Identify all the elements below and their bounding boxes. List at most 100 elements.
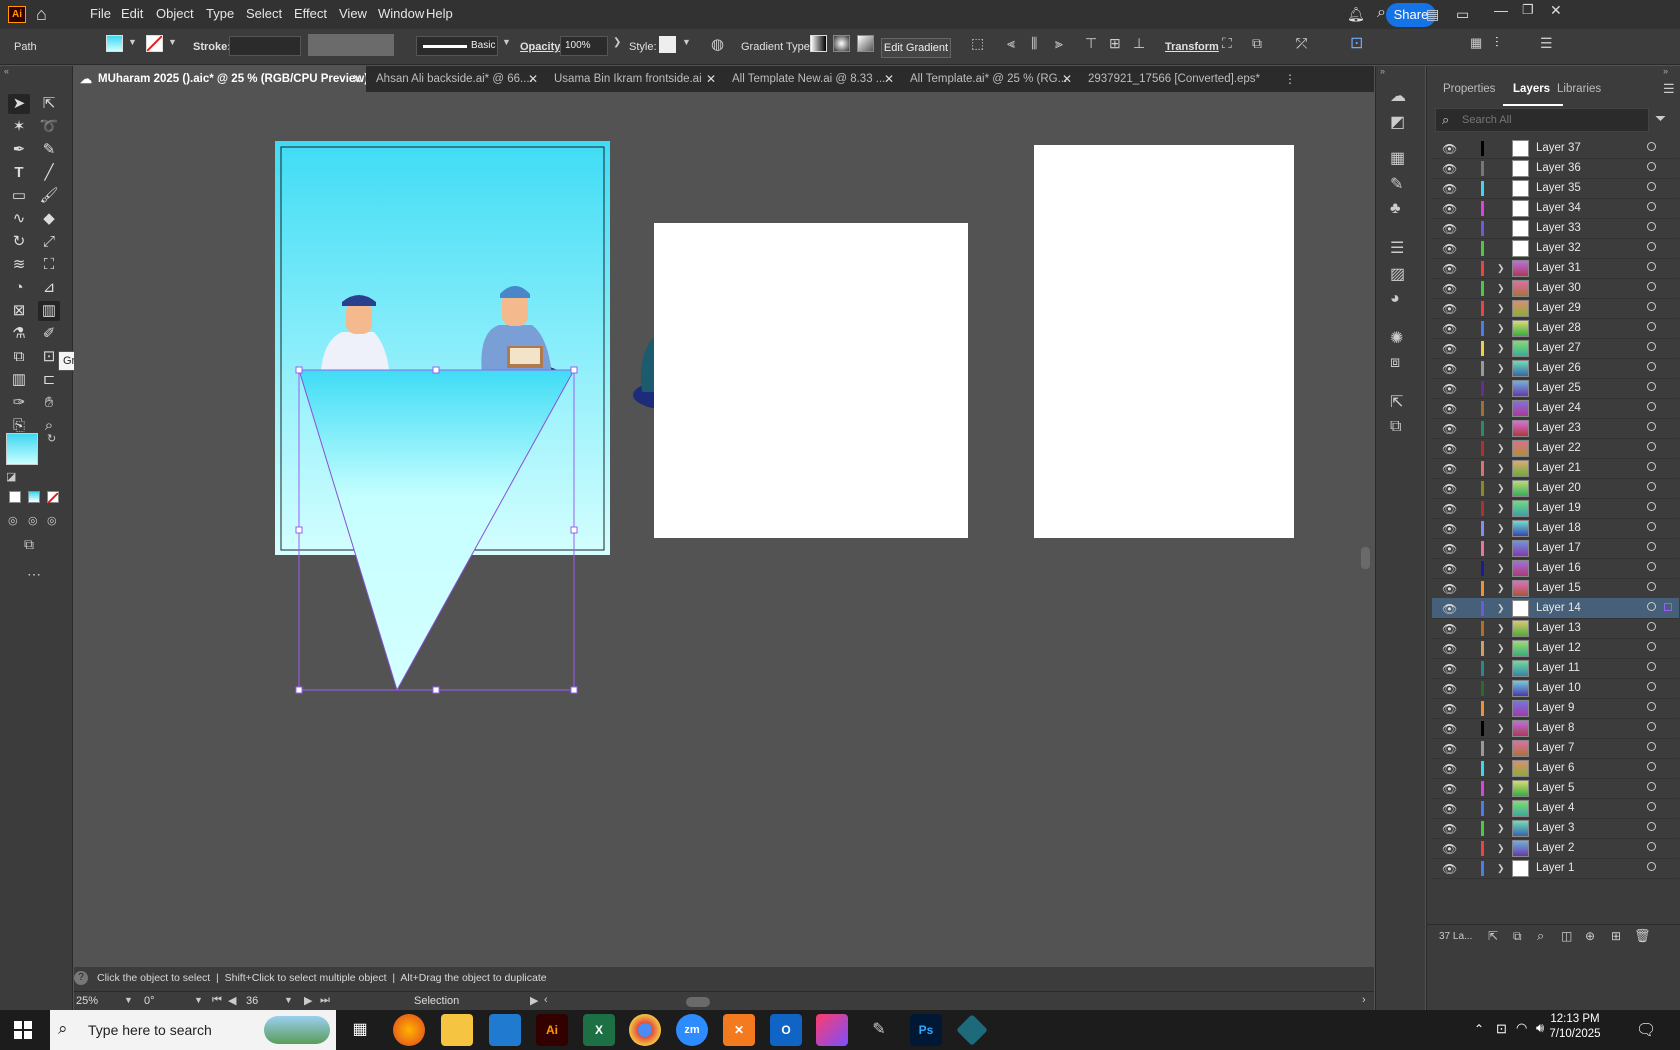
menu-edit[interactable]: Edit [121, 6, 143, 21]
chevron-down-icon[interactable]: ▼ [168, 37, 177, 47]
target-circle-icon[interactable] [1647, 642, 1656, 651]
tab-all-template[interactable]: All Template.ai* @ 25 % (RG... ✕ [902, 66, 1080, 92]
expand-chevron-icon[interactable]: ❯ [1497, 863, 1505, 874]
layer-name[interactable]: Layer 8 [1536, 722, 1574, 734]
transform-label[interactable]: Transform [1165, 41, 1219, 53]
layer-name[interactable]: Layer 22 [1536, 442, 1581, 454]
menu-object[interactable]: Object [156, 6, 194, 21]
target-circle-icon[interactable] [1647, 342, 1656, 351]
layer-name[interactable]: Layer 13 [1536, 622, 1581, 634]
target-circle-icon[interactable] [1647, 702, 1656, 711]
eyedropper-tool-icon[interactable]: ⚗ [8, 324, 30, 344]
visibility-eye-icon[interactable]: 👁︎ [1442, 522, 1457, 536]
target-circle-icon[interactable] [1647, 762, 1656, 771]
artboard-number[interactable]: 36 [246, 995, 258, 1007]
layer-name[interactable]: Layer 6 [1536, 762, 1574, 774]
visibility-eye-icon[interactable]: 👁︎ [1442, 862, 1457, 876]
isolate-icon[interactable]: ⧉ [1252, 35, 1262, 52]
chevron-right-icon[interactable]: ▶ [530, 994, 538, 1007]
menu-effect[interactable]: Effect [294, 6, 327, 21]
workspace-icon[interactable]: ▤ [1426, 6, 1439, 23]
target-circle-icon[interactable] [1647, 482, 1656, 491]
layer-row[interactable]: 👁︎ ❯ Layer 1 [1432, 858, 1679, 879]
panel-menu-icon[interactable]: ☰ [1663, 81, 1675, 97]
layer-row[interactable]: 👁︎ ❯ Layer 18 [1432, 518, 1679, 539]
last-artboard-icon[interactable]: ⏭ [320, 994, 330, 1007]
creative-cloud-icon[interactable] [816, 1014, 848, 1046]
tab-muharam[interactable]: ☁ MUharam 2025 ().aic* @ 25 % (RGB/CPU P… [74, 66, 366, 92]
blend-tool-icon[interactable]: ✐ [38, 324, 60, 344]
target-circle-icon[interactable] [1647, 262, 1656, 271]
chevron-left-icon[interactable]: ‹ [544, 994, 548, 1006]
expand-chevron-icon[interactable]: ❯ [1497, 523, 1505, 534]
locate-object-icon[interactable]: ⧉ [1513, 929, 1522, 944]
layer-row[interactable]: 👁︎ ❯ Layer 20 [1432, 478, 1679, 499]
visibility-eye-icon[interactable]: 👁︎ [1442, 322, 1457, 336]
puppet-warp-icon[interactable]: ⤱ [1296, 35, 1307, 52]
default-colors-icon[interactable]: ◪ [6, 470, 16, 483]
target-circle-icon[interactable] [1647, 162, 1656, 171]
chevron-down-icon[interactable]: ▼ [682, 37, 691, 47]
visibility-eye-icon[interactable]: 👁︎ [1442, 482, 1457, 496]
gradient-panel-icon[interactable]: ▨ [1390, 264, 1405, 284]
layer-name[interactable]: Layer 34 [1536, 202, 1581, 214]
target-circle-icon[interactable] [1647, 362, 1656, 371]
restore-icon[interactable]: ❐ [1522, 2, 1534, 18]
brush-definition[interactable]: Basic [416, 36, 498, 56]
layer-name[interactable]: Layer 12 [1536, 642, 1581, 654]
visibility-eye-icon[interactable]: 👁︎ [1442, 662, 1457, 676]
menu-file[interactable]: File [90, 6, 111, 21]
layer-name[interactable]: Layer 18 [1536, 522, 1581, 534]
layer-row[interactable]: 👁︎ ❯ Layer 12 [1432, 638, 1679, 659]
menu-help[interactable]: Help [426, 6, 453, 21]
search-icon[interactable]: ⌕ [1537, 928, 1544, 944]
firefox-icon[interactable] [393, 1014, 425, 1046]
layer-row[interactable]: 👁︎ ❯ Layer 17 [1432, 538, 1679, 559]
more-tabs-icon[interactable]: ⋮ [1284, 72, 1296, 86]
layer-name[interactable]: Layer 36 [1536, 162, 1581, 174]
more-tools-icon[interactable]: ⋯ [27, 566, 41, 583]
expand-chevron-icon[interactable]: ❯ [1497, 423, 1505, 434]
visibility-eye-icon[interactable]: 👁︎ [1442, 262, 1457, 276]
collapse-icon[interactable]: » [1380, 66, 1385, 76]
target-circle-icon[interactable] [1647, 322, 1656, 331]
panel-options-icon[interactable]: ▦ [1470, 35, 1482, 51]
target-circle-icon[interactable] [1647, 682, 1656, 691]
visibility-eye-icon[interactable]: 👁︎ [1442, 382, 1457, 396]
free-transform-tool-icon[interactable]: ⛶ [38, 255, 60, 275]
slice-tool-icon[interactable]: ⊏ [38, 370, 60, 390]
symbols-icon[interactable]: ♣ [1390, 200, 1401, 218]
expand-chevron-icon[interactable]: ❯ [1497, 543, 1505, 554]
color-mode-icon[interactable] [9, 491, 21, 503]
expand-chevron-icon[interactable]: ❯ [1497, 663, 1505, 674]
tab-usama[interactable]: Usama Bin Ikram frontside.ai ✕ [546, 66, 724, 92]
layer-row[interactable]: 👁︎ ❯ Layer 16 [1432, 558, 1679, 579]
layer-row[interactable]: 👁︎ ❯ Layer 9 [1432, 698, 1679, 719]
bounding-box-icon[interactable]: ⛶ [1222, 35, 1232, 52]
menu-icon[interactable]: ☰ [1540, 35, 1553, 52]
align-top-icon[interactable]: ⊤ [1085, 35, 1097, 52]
chevron-down-icon[interactable]: ▼ [124, 995, 133, 1005]
layers-search-field[interactable]: ⌕ Search All [1435, 108, 1649, 132]
shaper-tool-icon[interactable]: ∿ [8, 209, 30, 229]
swatches-icon[interactable]: ▦ [1390, 148, 1405, 168]
visibility-eye-icon[interactable]: 👁︎ [1442, 722, 1457, 736]
draw-normal-icon[interactable]: ◎ [8, 514, 18, 527]
visibility-eye-icon[interactable]: 👁︎ [1442, 442, 1457, 456]
volume-icon[interactable]: 🔊︎ [1536, 1020, 1544, 1036]
transparency-icon[interactable]: ◕ [1390, 290, 1400, 308]
align-right-icon[interactable]: ⫸ [1055, 35, 1063, 52]
layer-row[interactable]: 👁︎ ❯ Layer 8 [1432, 718, 1679, 739]
menu-type[interactable]: Type [206, 6, 234, 21]
layer-name[interactable]: Layer 14 [1536, 602, 1581, 614]
layer-name[interactable]: Layer 30 [1536, 282, 1581, 294]
visibility-eye-icon[interactable]: 👁︎ [1442, 402, 1457, 416]
layer-row[interactable]: 👁︎ Layer 36 [1432, 158, 1679, 179]
expand-chevron-icon[interactable]: ❯ [1497, 303, 1505, 314]
style-swatch[interactable] [659, 36, 676, 53]
edit-gradient-button[interactable]: Edit Gradient [881, 38, 951, 58]
line-tool-icon[interactable]: ╱ [38, 163, 60, 183]
artboards-panel-icon[interactable]: ⧉ [1390, 418, 1401, 436]
visibility-eye-icon[interactable]: 👁︎ [1442, 422, 1457, 436]
variable-width-field[interactable] [308, 34, 394, 56]
